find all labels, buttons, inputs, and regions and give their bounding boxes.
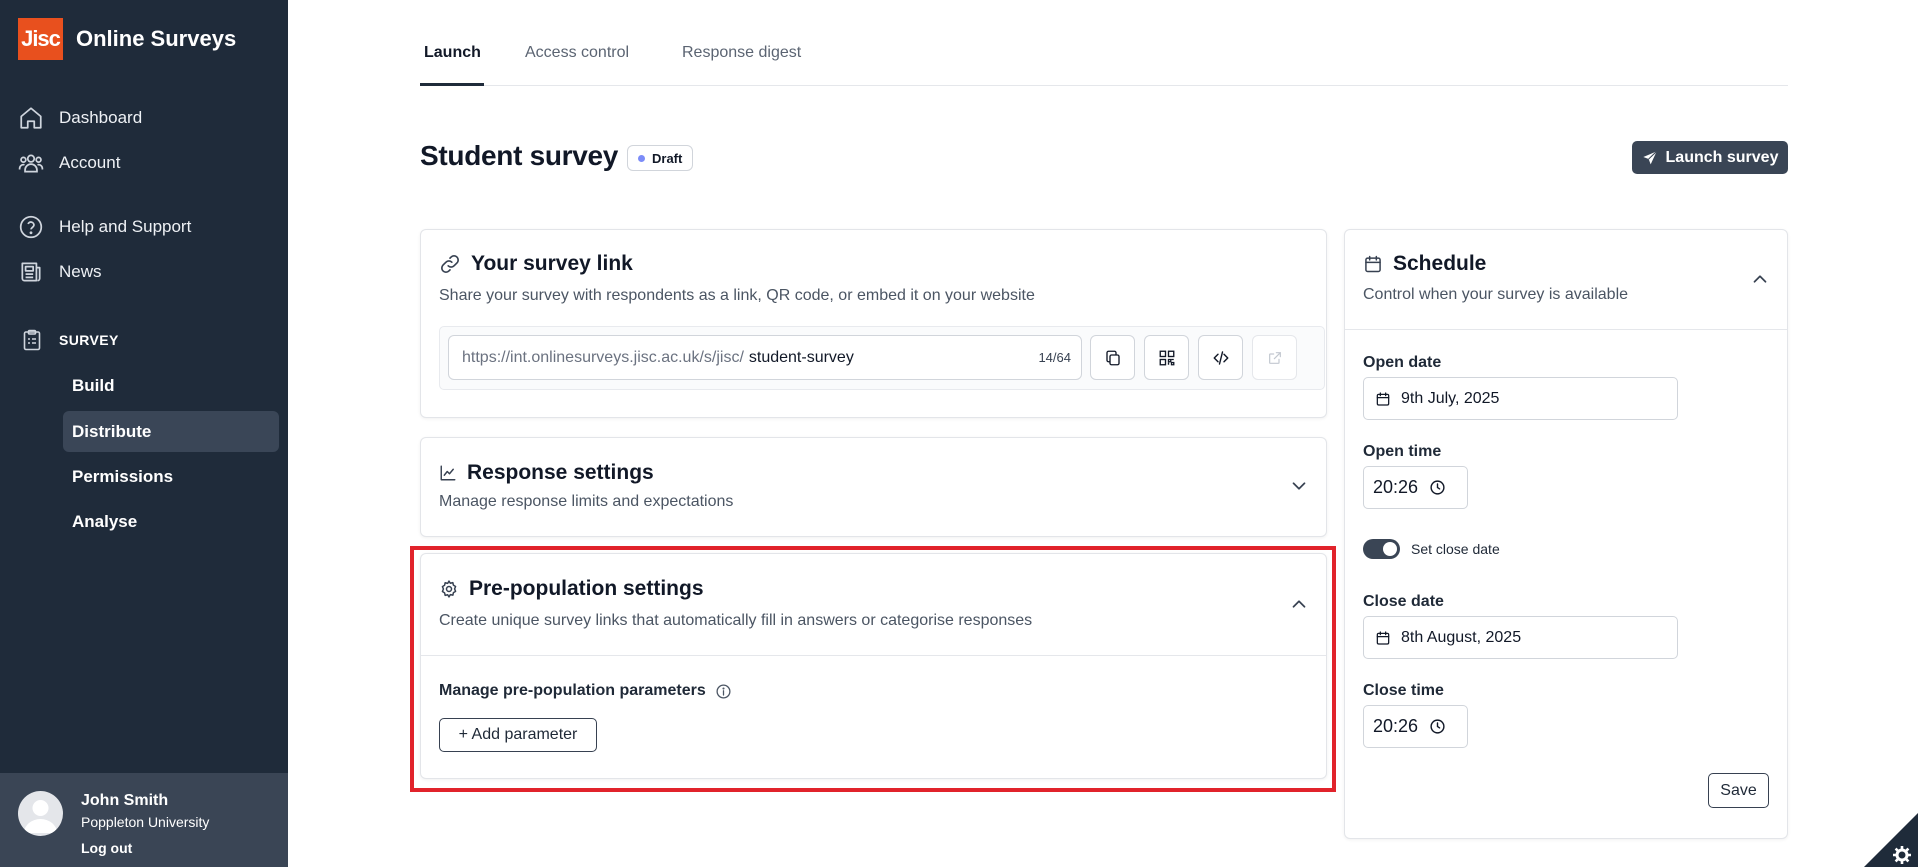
survey-link-card: Your survey link Share your survey with … [420, 229, 1327, 418]
clipboard-icon [20, 328, 44, 352]
char-count: 14/64 [1038, 350, 1071, 365]
settings-corner-widget[interactable] [1864, 813, 1918, 867]
logout-link[interactable]: Log out [81, 840, 132, 856]
launch-survey-button[interactable]: Launch survey [1632, 141, 1788, 174]
response-settings-card[interactable]: Response settings Manage response limits… [420, 437, 1327, 537]
close-time-value: 20:26 [1373, 716, 1419, 736]
sidebar-item-help[interactable]: Help and Support [18, 214, 191, 240]
survey-link-box: https://int.onlinesurveys.jisc.ac.uk/s/j… [439, 326, 1325, 390]
chevron-down-icon[interactable] [1288, 475, 1310, 497]
embed-code-button[interactable] [1198, 335, 1243, 380]
survey-link-description: Share your survey with respondents as a … [439, 287, 1035, 304]
link-icon [439, 253, 461, 275]
sidebar-item-account[interactable]: Account [18, 150, 120, 176]
survey-link-title: Your survey link [439, 252, 633, 276]
open-link-button[interactable] [1252, 335, 1297, 380]
card-divider [1345, 329, 1787, 330]
open-date-value: 9th July, 2025 [1401, 389, 1500, 407]
user-organisation: Poppleton University [81, 814, 210, 830]
sidebar-item-label: Account [59, 153, 121, 172]
code-icon [1213, 350, 1228, 365]
schedule-description: Control when your survey is available [1363, 286, 1629, 303]
set-close-date-toggle[interactable] [1363, 539, 1400, 559]
external-link-icon [1268, 351, 1281, 364]
copy-link-button[interactable] [1090, 335, 1135, 380]
help-circle-icon [18, 214, 44, 240]
tab-bar: Launch Access control Response digest [420, 0, 1788, 86]
sidebar: Jisc Online Surveys Dashboard Account He… [0, 0, 288, 867]
url-slug[interactable]: student-survey [749, 349, 854, 367]
close-time-label: Close time [1363, 682, 1444, 699]
sidebar-item-dashboard[interactable]: Dashboard [18, 105, 142, 131]
status-dot [638, 154, 645, 162]
open-time-label: Open time [1363, 443, 1442, 460]
card-title-text: Your survey link [471, 252, 633, 275]
send-icon [1642, 150, 1657, 164]
user-name: John Smith [81, 792, 169, 809]
clock-icon[interactable] [1429, 718, 1446, 735]
qr-code-icon [1159, 350, 1174, 365]
sidebar-item-build[interactable]: Build [63, 365, 279, 406]
response-settings-title: Response settings [439, 461, 654, 485]
status-badge: Draft [627, 145, 694, 171]
tab-response-digest[interactable]: Response digest [682, 44, 801, 62]
sidebar-item-permissions[interactable]: Permissions [63, 456, 279, 497]
tab-access-control[interactable]: Access control [525, 44, 629, 62]
card-title-text: Schedule [1393, 252, 1487, 275]
schedule-card: Schedule Control when your survey is ava… [1344, 229, 1788, 839]
newspaper-icon [18, 259, 44, 285]
card-title-text: Response settings [467, 461, 654, 484]
open-date-input[interactable]: 9th July, 2025 [1363, 377, 1678, 420]
users-icon [18, 150, 44, 176]
copy-icon [1105, 350, 1120, 365]
sidebar-item-distribute[interactable]: Distribute [63, 411, 279, 452]
user-panel: John Smith Poppleton University Log out [0, 773, 288, 867]
calendar-icon [1376, 630, 1390, 645]
home-icon [18, 105, 44, 131]
open-time-value: 20:26 [1373, 477, 1419, 497]
url-prefix: https://int.onlinesurveys.jisc.ac.uk/s/j… [462, 348, 744, 366]
qr-code-button[interactable] [1144, 335, 1189, 380]
set-close-date-label: Set close date [1411, 541, 1500, 557]
jisc-logo: Jisc [18, 18, 63, 60]
active-tab-indicator [420, 83, 484, 86]
chart-line-icon [439, 464, 457, 482]
set-close-date-row: Set close date [1363, 539, 1500, 559]
schedule-title: Schedule [1363, 252, 1486, 276]
close-date-input[interactable]: 8th August, 2025 [1363, 616, 1678, 659]
sidebar-section-survey: SURVEY [20, 328, 119, 352]
clock-icon[interactable] [1429, 479, 1446, 496]
sidebar-item-label: Dashboard [59, 108, 143, 127]
calendar-icon [1376, 391, 1390, 406]
page-title: Student survey [420, 140, 619, 171]
sidebar-section-label: SURVEY [59, 332, 119, 348]
sidebar-item-news[interactable]: News [18, 259, 102, 285]
close-date-value: 8th August, 2025 [1401, 628, 1522, 646]
calendar-icon [1363, 254, 1383, 274]
sidebar-item-label: News [59, 262, 102, 281]
toggle-knob [1383, 542, 1397, 556]
open-time-input[interactable]: 20:26 [1363, 466, 1468, 509]
tab-launch[interactable]: Launch [424, 44, 481, 62]
launch-survey-label: Launch survey [1665, 148, 1779, 166]
open-date-label: Open date [1363, 354, 1442, 371]
brand[interactable]: Jisc Online Surveys [18, 18, 236, 60]
highlight-box [410, 546, 1336, 792]
survey-url-input[interactable]: https://int.onlinesurveys.jisc.ac.uk/s/j… [448, 335, 1082, 380]
status-badge-label: Draft [652, 150, 683, 166]
sidebar-item-label: Help and Support [59, 217, 192, 236]
app-name: Online Surveys [76, 26, 237, 51]
save-schedule-button[interactable]: Save [1708, 773, 1769, 808]
close-time-input[interactable]: 20:26 [1363, 705, 1468, 748]
sidebar-item-analyse[interactable]: Analyse [63, 501, 279, 542]
avatar [18, 791, 63, 836]
response-settings-description: Manage response limits and expectations [439, 493, 734, 510]
chevron-up-icon[interactable] [1749, 268, 1771, 290]
close-date-label: Close date [1363, 593, 1444, 610]
